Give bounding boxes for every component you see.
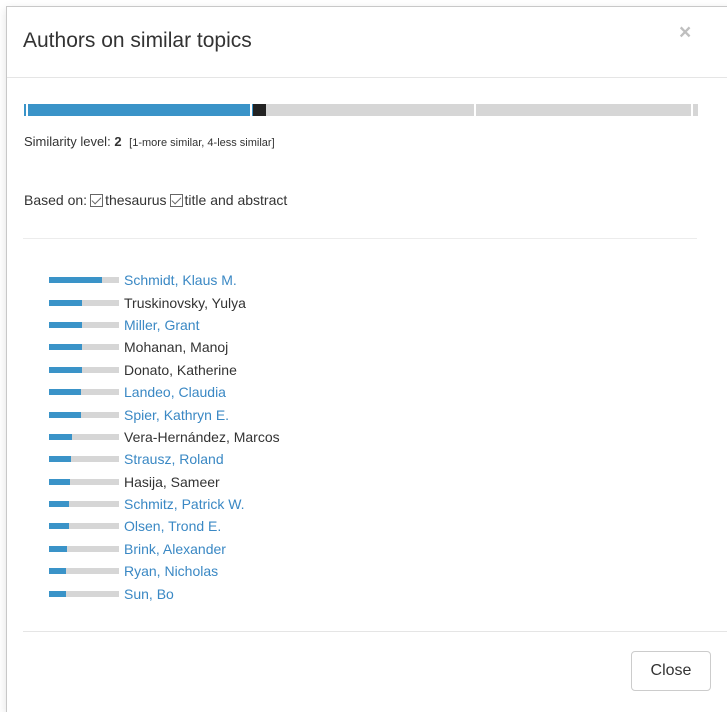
similarity-value: 2 [114,134,122,149]
similarity-bar-fill [49,568,66,575]
author-link[interactable]: Schmidt, Klaus M. [124,272,237,288]
similarity-bar-fill [49,501,69,508]
similarity-bar [49,478,119,485]
list-item: Schmitz, Patrick W. [49,493,280,515]
list-item: Brink, Alexander [49,538,280,560]
list-item: Strausz, Roland [49,448,280,470]
author-name: Mohanan, Manoj [124,339,229,356]
similarity-bar-fill [49,277,103,284]
similarity-bar-fill [49,321,82,328]
list-item: Donato, Katherine [49,359,280,381]
close-icon[interactable]: × [679,22,691,43]
author-link[interactable]: Strausz, Roland [124,451,224,467]
similarity-bar [49,344,119,351]
similarity-bar [49,590,119,597]
list-item: Hasija, Sameer [49,471,280,493]
similarity-bar [49,523,119,530]
authors-dialog: Authors on similar topics × Similarity l… [6,6,727,712]
list-item: Mohanan, Manoj [49,336,280,358]
based-on-row: Based on: thesaurus title and abstract [24,192,287,208]
author-link[interactable]: Miller, Grant [124,317,199,333]
list-item: Sun, Bo [49,582,280,604]
author-name: Vera-Hernández, Marcos [124,428,280,445]
author-link[interactable]: Schmitz, Patrick W. [124,496,245,512]
similarity-level-text: Similarity level: 2 [1-more similar, 4-l… [24,134,275,149]
author-link[interactable]: Sun, Bo [124,586,174,602]
title-abstract-checkbox[interactable] [169,193,183,207]
author-link[interactable]: Spier, Kathryn E. [124,407,229,423]
author-name: Truskinovsky, Yulya [124,294,246,311]
similarity-bar [49,389,119,396]
list-item: Olsen, Trond E. [49,515,280,537]
similarity-bar-fill [49,411,81,418]
dialog-title: Authors on similar topics [23,29,252,52]
based-on-label: Based on: [24,192,88,208]
list-item: Truskinovsky, Yulya [49,291,280,313]
similarity-bar-fill [49,590,66,597]
similarity-bar [49,277,119,284]
list-item: Miller, Grant [49,314,280,336]
similarity-bar-fill [49,478,70,485]
similarity-bar [49,299,119,306]
list-item: Schmidt, Klaus M. [49,269,280,291]
similarity-bar-fill [49,433,73,440]
list-item: Spier, Kathryn E. [49,403,280,425]
similarity-slider-fill [24,104,254,116]
author-list: Schmidt, Klaus M. Truskinovsky, Yulya Mill… [49,269,280,605]
similarity-bar [49,366,119,373]
similarity-bar [49,568,119,575]
thesaurus-label: thesaurus [105,192,167,208]
similarity-bar-fill [49,545,68,552]
similarity-bar-fill [49,344,82,351]
dialog-header: Authors on similar topics × [7,7,727,78]
similarity-bar-fill [49,456,71,463]
slider-handle[interactable] [253,104,267,116]
similarity-bar-fill [49,299,82,306]
slider-tick [691,104,694,116]
similarity-bar [49,501,119,508]
similarity-bar [49,433,119,440]
similarity-bar [49,545,119,552]
author-name: Hasija, Sameer [124,473,220,490]
divider [23,238,697,239]
list-item: Vera-Hernández, Marcos [49,426,280,448]
similarity-bar [49,411,119,418]
similarity-bar-fill [49,523,69,530]
thesaurus-checkbox[interactable] [90,193,104,207]
similarity-bar-fill [49,366,82,373]
author-link[interactable]: Brink, Alexander [124,541,226,557]
slider-tick [250,104,253,116]
similarity-bar [49,321,119,328]
title-abstract-label: title and abstract [184,192,288,208]
author-name: Donato, Katherine [124,361,237,378]
author-link[interactable]: Olsen, Trond E. [124,518,221,534]
similarity-label: Similarity level: [24,134,111,149]
similarity-slider[interactable] [24,104,698,116]
similarity-hint: [1-more similar, 4-less similar] [129,137,275,149]
slider-tick [473,104,476,116]
footer-divider [23,631,727,632]
close-button[interactable]: Close [631,651,711,691]
list-item: Ryan, Nicholas [49,560,280,582]
author-link[interactable]: Landeo, Claudia [124,384,226,400]
slider-start-mark [26,104,28,116]
author-link[interactable]: Ryan, Nicholas [124,563,218,579]
similarity-bar [49,456,119,463]
similarity-bar-fill [49,389,81,396]
list-item: Landeo, Claudia [49,381,280,403]
